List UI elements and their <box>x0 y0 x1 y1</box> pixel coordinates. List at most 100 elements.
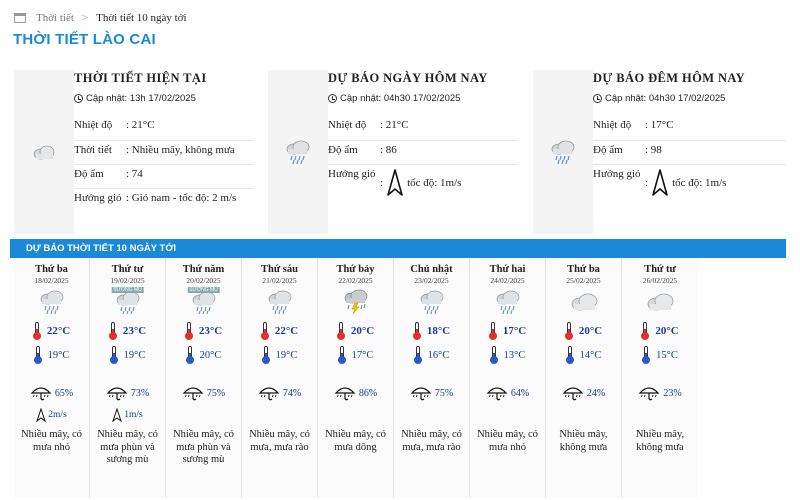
rain-percent: 23% <box>663 387 682 399</box>
rain-cloud-icon <box>242 285 317 319</box>
day-date: 20/02/2025 <box>186 276 221 285</box>
breadcrumb-current: Thời tiết 10 ngày tới <box>96 12 187 24</box>
weather-description: Nhiều mây, có mưa nhỏ <box>477 429 538 453</box>
day-name: Thứ bảy <box>336 264 375 275</box>
high-temperature: 23°C <box>166 319 241 343</box>
thermometer-icon <box>109 346 118 364</box>
rain-cloud-icon <box>470 285 545 319</box>
low-temperature: 13°C <box>470 343 545 367</box>
rain-percent: 73% <box>130 387 150 399</box>
weather-description: Nhiều mây, có mưa dông <box>325 429 386 453</box>
ten-day-forecast-header: DỰ BÁO THỜI TIẾT 10 NGÀY TỚI <box>10 239 786 258</box>
weather-description: Nhiều mây, có mưa phùn và sương mù <box>97 429 158 465</box>
umbrella-rain-icon <box>182 387 204 401</box>
rain-percent: 75% <box>206 387 226 399</box>
umbrella-rain-icon <box>30 387 52 401</box>
thermometer-icon <box>413 346 422 364</box>
low-temperature: 14°C <box>546 343 621 367</box>
wind-speed <box>242 405 317 425</box>
day-name: Thứ hai <box>489 264 526 275</box>
today-forecast-title: DỰ BÁO NGÀY HÔM NAY <box>328 71 488 85</box>
thermometer-icon <box>108 322 117 340</box>
low-temp-value: 14°C <box>579 349 602 361</box>
low-temperature: 16°C <box>394 343 469 367</box>
low-temp-value: 13°C <box>503 349 526 361</box>
thermometer-icon <box>184 322 193 340</box>
high-temperature: 23°C <box>90 319 165 343</box>
thunderstorm-icon <box>318 285 393 319</box>
thermometer-icon <box>260 322 269 340</box>
low-temp-value: 19°C <box>47 349 70 361</box>
day-forecast-card: Thứ năm 20/02/2025 SƯƠNG MÙ 23°C 20°C 75… <box>166 258 242 498</box>
weather-description: Nhiều mây, có mưa, mưa rào <box>401 429 462 453</box>
day-date: 21/02/2025 <box>262 276 297 285</box>
low-temperature: 20°C <box>166 343 241 367</box>
day-name: Thứ năm <box>182 264 225 275</box>
day-date: 25/02/2025 <box>566 276 601 285</box>
thermometer-icon <box>336 322 345 340</box>
low-temperature: 15°C <box>622 343 698 367</box>
wind-speed <box>622 405 698 425</box>
rain-chance: 64% <box>470 381 545 405</box>
tonight-forecast-title: DỰ BÁO ĐÊM HÔM NAY <box>593 71 746 85</box>
weather-description: Nhiều mây, có mưa, mưa rào <box>249 429 310 453</box>
day-date: 26/02/2025 <box>642 276 678 285</box>
folder-icon <box>14 13 26 23</box>
day-name: Thứ ba <box>567 264 600 275</box>
day-name: Thứ sáu <box>261 264 298 275</box>
high-temperature: 20°C <box>318 319 393 343</box>
thermometer-icon <box>564 322 573 340</box>
thermometer-icon <box>641 322 650 340</box>
current-weather-title: THỜI TIẾT HIỆN TẠI <box>74 71 207 85</box>
page-title: THỜI TIẾT LÀO CAI <box>13 31 156 48</box>
rain-chance: 23% <box>622 381 698 405</box>
day-forecast-card: Thứ hai 24/02/2025 17°C 13°C 64% Nhiều m… <box>470 258 546 498</box>
breadcrumb-link-weather[interactable]: Thời tiết <box>36 12 74 24</box>
umbrella-rain-icon <box>334 387 356 401</box>
high-temp-value: 22°C <box>274 325 299 337</box>
rain-fog-icon: SƯƠNG MÙ <box>166 285 241 319</box>
weather-description: Nhiều mây, có mưa nhỏ <box>21 429 82 453</box>
rain-percent: 75% <box>434 387 454 399</box>
day-name: Thứ tư <box>644 264 676 275</box>
rain-chance: 75% <box>166 381 241 405</box>
clock-icon <box>593 93 602 103</box>
cloudy-icon <box>14 70 74 234</box>
rain-percent: 64% <box>510 387 530 399</box>
high-temperature: 17°C <box>470 319 545 343</box>
high-temperature: 20°C <box>622 319 698 343</box>
umbrella-rain-icon <box>258 387 280 401</box>
current-row-humidity: Độ ẩm: 74 <box>74 164 254 188</box>
weather-description: Nhiều mây, có mưa phùn và sương mù <box>173 429 234 465</box>
rain-percent: 86% <box>358 387 378 399</box>
thermometer-icon <box>489 346 498 364</box>
thermometer-icon <box>32 322 41 340</box>
high-temperature: 22°C <box>242 319 317 343</box>
today-forecast-rows: Nhiệt độ: 21°C Độ ẩm: 86 Hướng gió: tốc … <box>328 116 518 201</box>
wind-speed <box>470 405 545 425</box>
day-date: 22/02/2025 <box>338 276 373 285</box>
rain-cloud-icon <box>268 70 328 234</box>
high-temp-value: 20°C <box>578 325 603 337</box>
weather-description: Nhiều mây, không mưa <box>559 429 608 453</box>
clock-icon <box>74 93 83 103</box>
high-temp-value: 23°C <box>198 325 223 337</box>
high-temp-value: 23°C <box>122 325 147 337</box>
day-forecast-card: Thứ tư 26/02/2025 20°C 15°C 23% Nhiều mâ… <box>622 258 698 498</box>
tonight-update-time: Cập nhật: 04h30 17/02/2025 <box>593 90 786 106</box>
clock-icon <box>328 93 337 103</box>
fog-badge: SƯƠNG MÙ <box>111 287 144 293</box>
today-forecast-panel: DỰ BÁO NGÀY HÔM NAY Cập nhật: 04h30 17/0… <box>268 70 518 234</box>
current-row-wind: Hướng gió: Gió nam - tốc độ: 2 m/s <box>74 188 254 212</box>
current-row-temperature: Nhiệt độ: 21°C <box>74 119 155 131</box>
thermometer-icon <box>337 346 346 364</box>
high-temp-value: 20°C <box>350 325 375 337</box>
today-update-time: Cập nhật: 04h30 17/02/2025 <box>328 90 518 106</box>
rain-cloud-icon <box>533 70 593 234</box>
wind-direction-arrow-icon <box>36 408 47 422</box>
today-row-wind: Hướng gió: tốc độ: 1m/s <box>328 164 518 201</box>
high-temp-value: 20°C <box>655 325 679 337</box>
umbrella-rain-icon <box>410 387 432 401</box>
umbrella-rain-icon <box>562 387 584 401</box>
tonight-forecast-panel: DỰ BÁO ĐÊM HÔM NAY Cập nhật: 04h30 17/02… <box>533 70 786 234</box>
